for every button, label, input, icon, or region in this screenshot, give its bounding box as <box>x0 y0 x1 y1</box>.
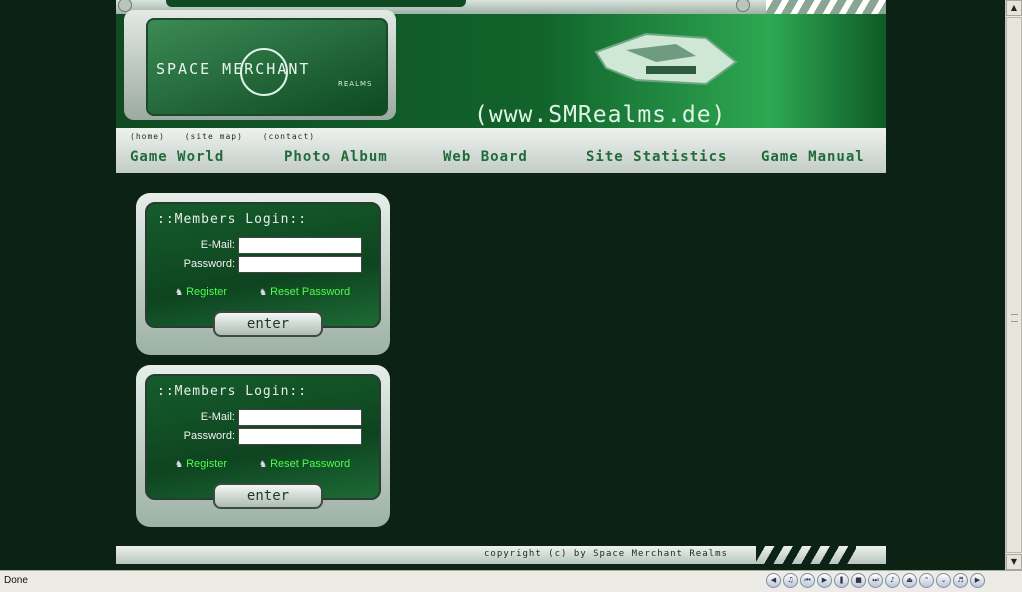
email-label: E-Mail: <box>200 239 235 251</box>
register-link[interactable]: ♞ Register <box>175 458 227 470</box>
eject-icon[interactable]: ⏏ <box>902 573 917 588</box>
user-icon: ♞ <box>259 459 268 469</box>
site-footer: copyright (c) by Space Merchant Realms <box>116 546 886 564</box>
reset-password-label: Reset Password <box>270 286 351 298</box>
nav-game-manual[interactable]: Game Manual <box>761 149 865 165</box>
enter-button[interactable]: enter <box>213 483 323 509</box>
header-notch <box>166 0 466 7</box>
up-icon[interactable]: ⌃ <box>919 573 934 588</box>
site-map-link[interactable]: (site map) <box>185 132 243 141</box>
user-icon: ♞ <box>175 459 184 469</box>
logo-subtext: REALMS <box>338 80 373 88</box>
register-label: Register <box>186 458 228 470</box>
nav-game-world[interactable]: Game World <box>130 149 224 165</box>
panel-body: ::Members Login:: E-Mail: Password: ♞ Reg… <box>145 374 381 500</box>
previous-icon[interactable]: ⏮ <box>800 573 815 588</box>
scroll-thumb[interactable] <box>1006 17 1022 553</box>
home-link[interactable]: (home) <box>130 132 165 141</box>
panel-title: ::Members Login:: <box>157 384 308 399</box>
nav-site-statistics[interactable]: Site Statistics <box>586 149 727 165</box>
arrow-left-icon[interactable]: ◀ <box>766 573 781 588</box>
volume-icon[interactable]: ♬ <box>953 573 968 588</box>
pause-icon[interactable]: ❚ <box>834 573 849 588</box>
nav-photo-album[interactable]: Photo Album <box>284 149 388 165</box>
logo-frame[interactable]: SPACE MERCHANT REALMS <box>124 10 396 120</box>
user-icon: ♞ <box>259 287 268 297</box>
logo: SPACE MERCHANT REALMS <box>146 18 388 116</box>
password-label: Password: <box>183 258 235 270</box>
down-icon[interactable]: ⌄ <box>936 573 951 588</box>
scroll-up-button[interactable]: ▲ <box>1006 0 1022 16</box>
music-icon[interactable]: ♫ <box>783 573 798 588</box>
scroll-down-button[interactable]: ▼ <box>1006 554 1022 570</box>
password-label: Password: <box>183 430 235 442</box>
email-field[interactable] <box>238 237 362 254</box>
header-stripes <box>766 0 886 14</box>
copyright-text: copyright (c) by Space Merchant Realms <box>484 549 728 559</box>
password-field[interactable] <box>238 428 362 445</box>
panel-body: ::Members Login:: E-Mail: Password: ♞ Reg… <box>145 202 381 328</box>
next-icon[interactable]: ⏭ <box>868 573 883 588</box>
register-link[interactable]: ♞ Register <box>175 286 227 298</box>
logo-text: SPACE MERCHANT <box>156 60 311 78</box>
login-panel: ::Members Login:: E-Mail: Password: ♞ Reg… <box>136 365 390 527</box>
status-bar: Done ◀ ♫ ⏮ ▶ ❚ ■ ⏭ ♪ ⏏ ⌃ ⌄ ♬ ▶ <box>0 570 1022 592</box>
enter-button[interactable]: enter <box>213 311 323 337</box>
reset-password-link[interactable]: ♞ Reset Password <box>259 458 350 470</box>
spaceship-image <box>594 32 738 86</box>
top-links: (home) (site map) (contact) <box>130 132 329 141</box>
email-field[interactable] <box>238 409 362 426</box>
grip-icon <box>1011 314 1018 322</box>
contact-link[interactable]: (contact) <box>263 132 315 141</box>
panel-title: ::Members Login:: <box>157 212 308 227</box>
header-nav-bar: (home) (site map) (contact) Game World P… <box>116 128 886 173</box>
stop-icon[interactable]: ■ <box>851 573 866 588</box>
reset-password-label: Reset Password <box>270 458 351 470</box>
footer-stripes <box>756 546 856 564</box>
password-field[interactable] <box>238 256 362 273</box>
vertical-scrollbar[interactable]: ▲ ▼ <box>1005 0 1022 570</box>
site-url: (www.SMRealms.de) <box>474 102 727 128</box>
play-icon[interactable]: ▶ <box>817 573 832 588</box>
site-header: SPACE MERCHANT REALMS (www.SMRealms.de) … <box>116 0 886 173</box>
status-text: Done <box>4 575 28 586</box>
media-controls: ◀ ♫ ⏮ ▶ ❚ ■ ⏭ ♪ ⏏ ⌃ ⌄ ♬ ▶ <box>766 573 985 590</box>
arrow-right-icon[interactable]: ▶ <box>970 573 985 588</box>
email-label: E-Mail: <box>200 411 235 423</box>
register-label: Register <box>186 286 228 298</box>
nav-web-board[interactable]: Web Board <box>443 149 528 165</box>
login-panel: ::Members Login:: E-Mail: Password: ♞ Reg… <box>136 193 390 355</box>
reset-password-link[interactable]: ♞ Reset Password <box>259 286 350 298</box>
note-icon[interactable]: ♪ <box>885 573 900 588</box>
user-icon: ♞ <box>175 287 184 297</box>
main-nav: Game World Photo Album Web Board Site St… <box>116 146 886 170</box>
